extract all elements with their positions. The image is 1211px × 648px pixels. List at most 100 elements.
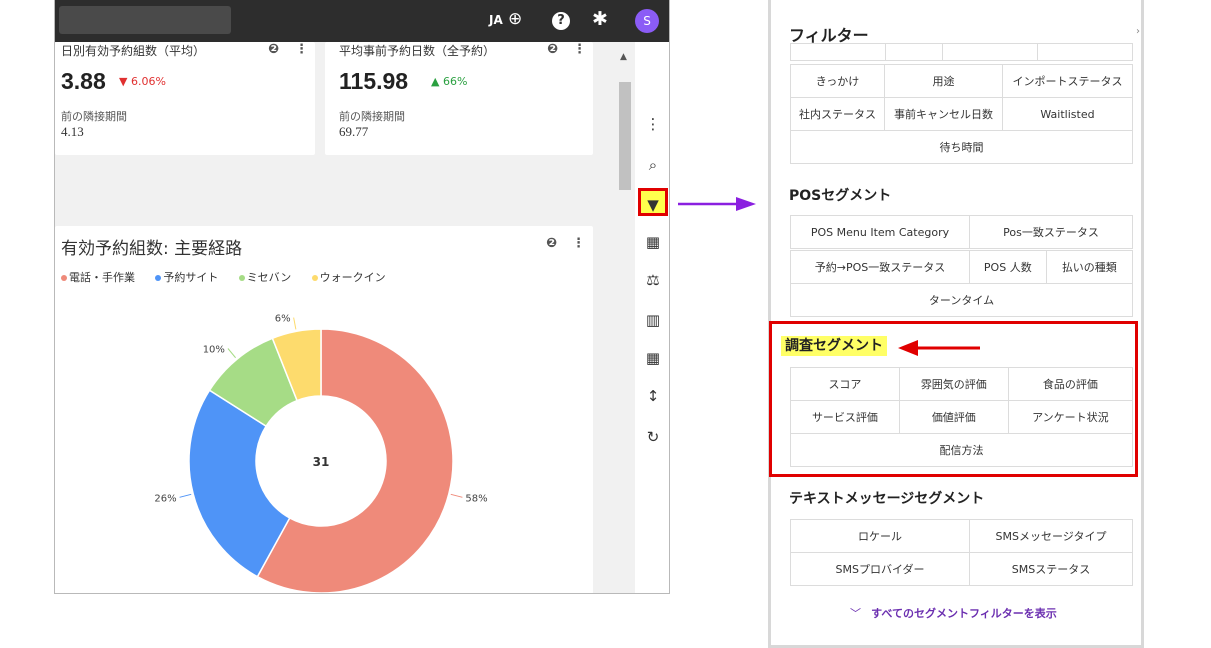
grid-icon[interactable]: ▦: [638, 344, 668, 372]
kpi-change-value: 66%: [442, 75, 468, 88]
help-icon[interactable]: ❷: [547, 42, 558, 57]
prev-value: 69.77: [339, 124, 369, 139]
calendar-icon[interactable]: ▦: [638, 228, 668, 256]
filter-option[interactable]: 予約→POS一致ステータス: [790, 250, 970, 284]
legend-swatch: [238, 275, 245, 281]
dashboard-screenshot: JA ⊕ ? ✱ S 日別有効予約組数（平均） ❷ ⋮ 3.88 ▼ 6.06%…: [54, 0, 670, 594]
kpi-title: 平均事前予約日数（全予約）: [339, 44, 496, 58]
filter-option[interactable]: 待ち時間: [790, 130, 1133, 164]
filter-option[interactable]: 社内ステータス: [790, 97, 885, 131]
filter-option[interactable]: ターンタイム: [790, 283, 1133, 317]
prev-label: 前の隣接期間: [339, 110, 405, 123]
filter-option[interactable]: 事前キャンセル日数: [883, 97, 1003, 131]
slice-label: 10%: [203, 345, 225, 356]
donut-center-value: 31: [313, 455, 330, 469]
help-icon[interactable]: ?: [552, 12, 570, 30]
more-icon[interactable]: ⋮: [573, 42, 586, 57]
slice-label: 26%: [155, 493, 177, 504]
prev-value: 4.13: [61, 124, 84, 139]
survey-segment-title: 調査セグメント: [781, 335, 887, 356]
filter-option[interactable]: SMSメッセージタイプ: [969, 519, 1133, 553]
legend-label: ミセバン: [246, 271, 292, 284]
filter-option[interactable]: 配信方法: [790, 433, 1133, 467]
filter-option[interactable]: インポートステータス: [1001, 64, 1134, 98]
show-all-link[interactable]: ﹀ すべてのセグメントフィルターを表示: [850, 602, 1057, 621]
filter-option[interactable]: きっかけ: [790, 64, 885, 98]
legend-item[interactable]: ミセバン: [238, 271, 292, 284]
legend-swatch: [311, 275, 318, 281]
legend-item[interactable]: 予約サイト: [155, 271, 218, 284]
chevron-right-icon[interactable]: ›: [1136, 26, 1140, 37]
chart-title: 有効予約組数: 主要経路: [61, 239, 243, 259]
kpi-change: ▼ 6.06%: [119, 75, 166, 88]
help-icon[interactable]: ❷: [546, 236, 557, 251]
filter-option[interactable]: 食品の評価: [1007, 367, 1134, 401]
slice-leader-line: [450, 493, 463, 498]
filter-option[interactable]: POS 人数: [969, 250, 1047, 284]
language-label[interactable]: JA: [489, 13, 503, 27]
kpi-title: 日別有効予約組数（平均）: [61, 44, 206, 58]
kpi-card: 日別有効予約組数（平均） ❷ ⋮ 3.88 ▼ 6.06% 前の隣接期間 4.1…: [55, 42, 315, 155]
avatar[interactable]: S: [635, 9, 659, 33]
chart-legend: 電話・手作業 予約サイト ミセバン ウォークイン: [61, 266, 481, 284]
pos-segment-title: POSセグメント: [789, 188, 892, 204]
kpi-card: 平均事前予約日数（全予約） ❷ ⋮ 115.98 ▲ 66% 前の隣接期間 69…: [325, 42, 593, 155]
red-arrow: [898, 340, 980, 356]
filter-option[interactable]: Pos一致ステータス: [969, 215, 1133, 249]
legend-label: ウォークイン: [319, 271, 386, 284]
top-bar: JA ⊕ ? ✱ S: [55, 0, 669, 42]
kpi-value: 3.88: [61, 68, 106, 94]
filter-option[interactable]: 払いの種類: [1045, 250, 1134, 284]
filter-option[interactable]: POS Menu Item Category: [790, 215, 970, 249]
cut-row: [790, 43, 1133, 61]
scrollbar-thumb[interactable]: [619, 82, 631, 190]
filter-option[interactable]: Waitlisted: [1001, 97, 1134, 131]
filter-option[interactable]: アンケート状況: [1007, 400, 1134, 434]
kpi-change-value: 6.06%: [130, 75, 166, 88]
more-icon[interactable]: ⋮: [572, 236, 585, 251]
cut-cell: [942, 43, 1038, 61]
filter-option[interactable]: SMSプロバイダー: [790, 552, 970, 586]
sms-segment-title: テキストメッセージセグメント: [789, 491, 985, 507]
globe-icon[interactable]: ⊕: [508, 9, 522, 29]
refresh-icon[interactable]: ↻: [638, 423, 668, 451]
filter-option[interactable]: サービス評価: [790, 400, 900, 434]
filter-option[interactable]: ロケール: [790, 519, 970, 553]
legend-label: 電話・手作業: [69, 271, 135, 284]
filter-option[interactable]: 雰囲気の評価: [898, 367, 1009, 401]
chart-card: 有効予約組数: 主要経路 ❷ ⋮ 電話・手作業 予約サイト ミセバン ウォークイ…: [55, 226, 593, 593]
legend-item[interactable]: 電話・手作業: [61, 271, 135, 284]
legend-label: 予約サイト: [163, 271, 219, 284]
more-icon[interactable]: ⋮: [295, 42, 308, 57]
legend-item[interactable]: ウォークイン: [311, 271, 386, 284]
survey-segment-grid: スコア 雰囲気の評価 食品の評価 サービス評価 価値評価 アンケート状況 配信方…: [790, 367, 1134, 467]
pos-segment-grid-1: POS Menu Item Category Pos一致ステータス: [790, 215, 1133, 249]
bar-chart-icon[interactable]: ▥: [638, 306, 668, 334]
more-icon[interactable]: ⋮: [638, 110, 668, 138]
donut-chart: 58% 26% 10% 6% 31: [155, 314, 488, 593]
slice-leader-line: [293, 317, 297, 330]
slice-label: 58%: [465, 493, 487, 504]
filter-option[interactable]: SMSステータス: [969, 552, 1133, 586]
search-icon[interactable]: ⌕: [638, 151, 668, 179]
gear-icon[interactable]: ✱: [592, 8, 608, 30]
filter-option[interactable]: スコア: [790, 367, 900, 401]
kpi-value: 115.98: [339, 68, 409, 94]
filter-option[interactable]: 価値評価: [898, 400, 1009, 434]
compare-icon[interactable]: ⚖: [638, 266, 668, 294]
slice-label: 6%: [275, 314, 291, 325]
scroll-up-icon[interactable]: ▲: [620, 52, 627, 62]
cut-cell: [885, 43, 943, 61]
cut-cell: [790, 43, 886, 61]
legend-swatch: [155, 275, 162, 281]
blurred-account-name: [59, 6, 231, 34]
filter-icon[interactable]: ▼: [638, 188, 668, 216]
chevron-down-icon: ﹀: [850, 607, 861, 620]
filter-option[interactable]: 用途: [883, 64, 1003, 98]
sort-icon[interactable]: ↕: [638, 382, 668, 410]
sms-segment-grid: ロケール SMSメッセージタイプ SMSプロバイダー SMSステータス: [790, 519, 1133, 586]
show-all-label: すべてのセグメントフィルターを表示: [871, 607, 1057, 620]
survey-segment-label: 調査セグメント: [781, 336, 887, 356]
help-icon[interactable]: ❷: [268, 42, 279, 57]
kpi-change: ▲ 66%: [431, 75, 468, 88]
